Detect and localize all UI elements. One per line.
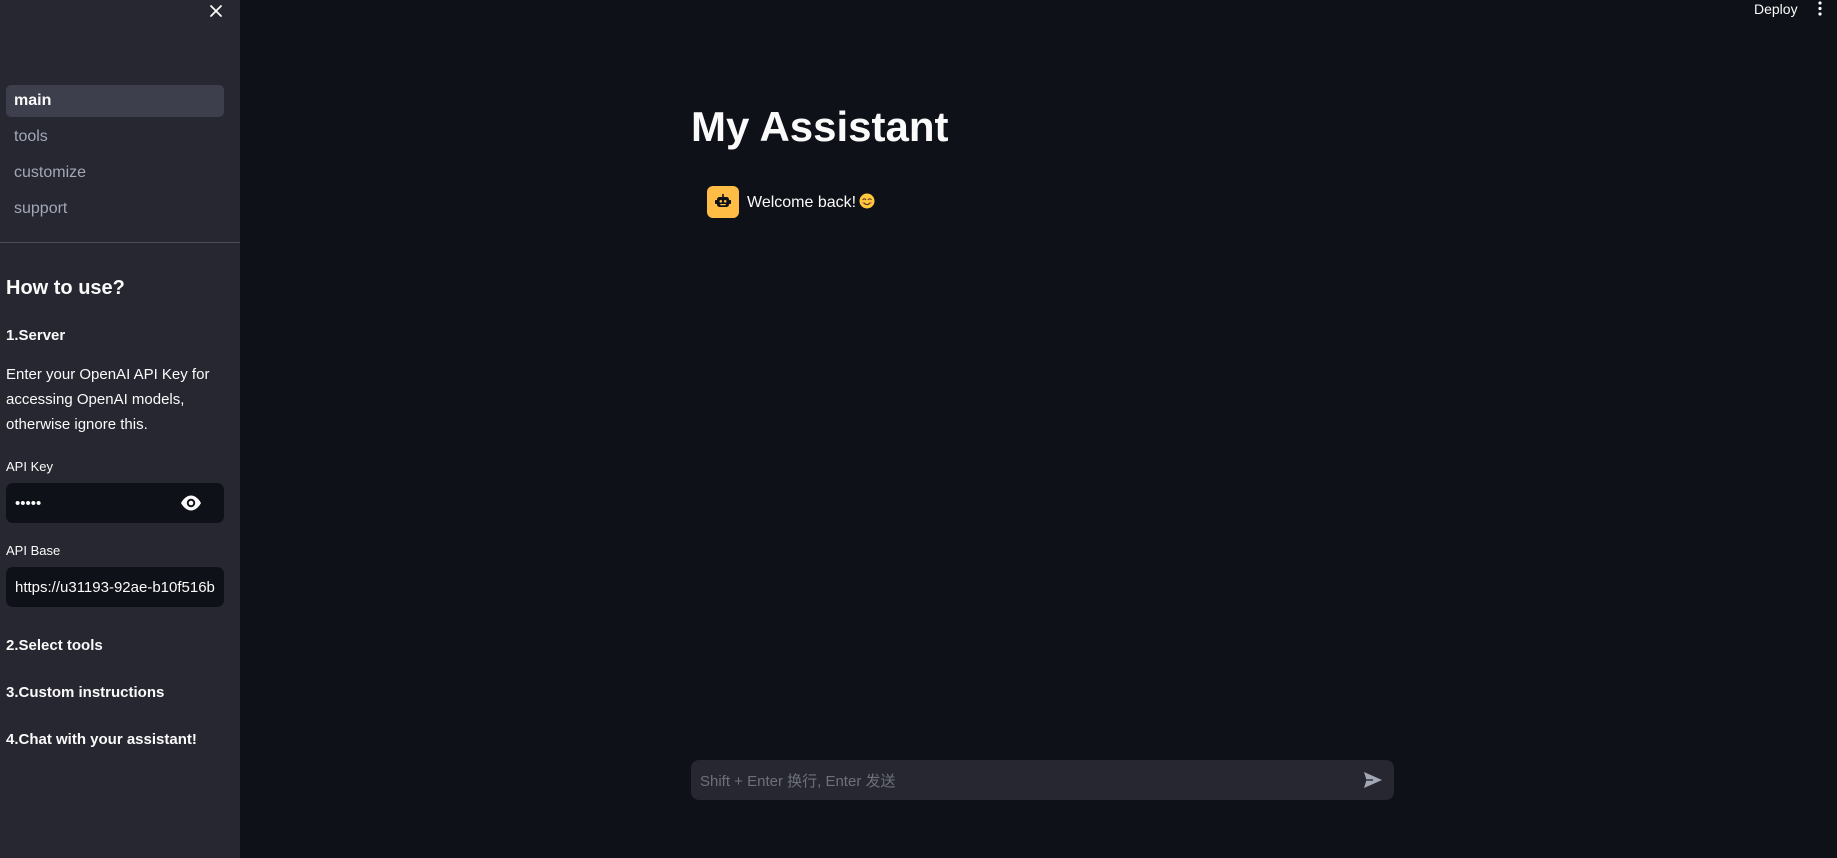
api-base-input[interactable] bbox=[6, 567, 224, 607]
main-menu-button[interactable] bbox=[1816, 0, 1824, 18]
close-icon bbox=[210, 5, 222, 17]
chat-message-assistant: Welcome back! bbox=[707, 186, 875, 218]
api-key-label: API Key bbox=[6, 459, 53, 474]
show-password-button[interactable] bbox=[180, 493, 202, 513]
page-title: My Assistant bbox=[691, 103, 949, 150]
nav-item-tools[interactable]: tools bbox=[6, 121, 224, 153]
nav-item-main[interactable]: main bbox=[6, 85, 224, 117]
how-to-use-heading: How to use? bbox=[6, 277, 125, 299]
step-4-heading: 4.Chat with your assistant! bbox=[6, 731, 197, 748]
nav-item-customize[interactable]: customize bbox=[6, 157, 224, 189]
step-3-heading: 3.Custom instructions bbox=[6, 684, 165, 701]
robot-icon bbox=[715, 194, 731, 207]
step-1-description: Enter your OpenAI API Key for accessing … bbox=[6, 366, 210, 433]
api-key-field bbox=[6, 483, 224, 523]
more-vertical-icon bbox=[1818, 1, 1822, 16]
sidebar-divider bbox=[0, 242, 240, 243]
deploy-button[interactable]: Deploy bbox=[1754, 0, 1798, 18]
sidebar: main tools customize support How to use?… bbox=[0, 0, 240, 858]
smiling-face-emoji-icon bbox=[859, 193, 875, 208]
chat-input[interactable] bbox=[691, 760, 1341, 800]
send-button[interactable] bbox=[1362, 770, 1384, 790]
step-2-heading: 2.Select tools bbox=[6, 637, 103, 654]
sidebar-nav: main tools customize support bbox=[6, 85, 224, 229]
how-to-use-section: How to use? 1.Server Enter your OpenAI A… bbox=[6, 276, 224, 748]
close-sidebar-button[interactable] bbox=[206, 1, 226, 21]
send-icon bbox=[1364, 772, 1382, 788]
api-base-label: API Base bbox=[6, 543, 61, 558]
api-key-input[interactable] bbox=[6, 483, 176, 523]
assistant-avatar bbox=[707, 186, 739, 218]
api-base-field bbox=[6, 567, 224, 607]
chat-message-text: Welcome back! bbox=[747, 193, 875, 212]
nav-item-support[interactable]: support bbox=[6, 193, 224, 225]
eye-icon bbox=[181, 495, 201, 511]
step-1-heading: 1.Server bbox=[6, 327, 66, 344]
chat-input-container bbox=[691, 760, 1394, 800]
welcome-text: Welcome back! bbox=[747, 193, 857, 211]
